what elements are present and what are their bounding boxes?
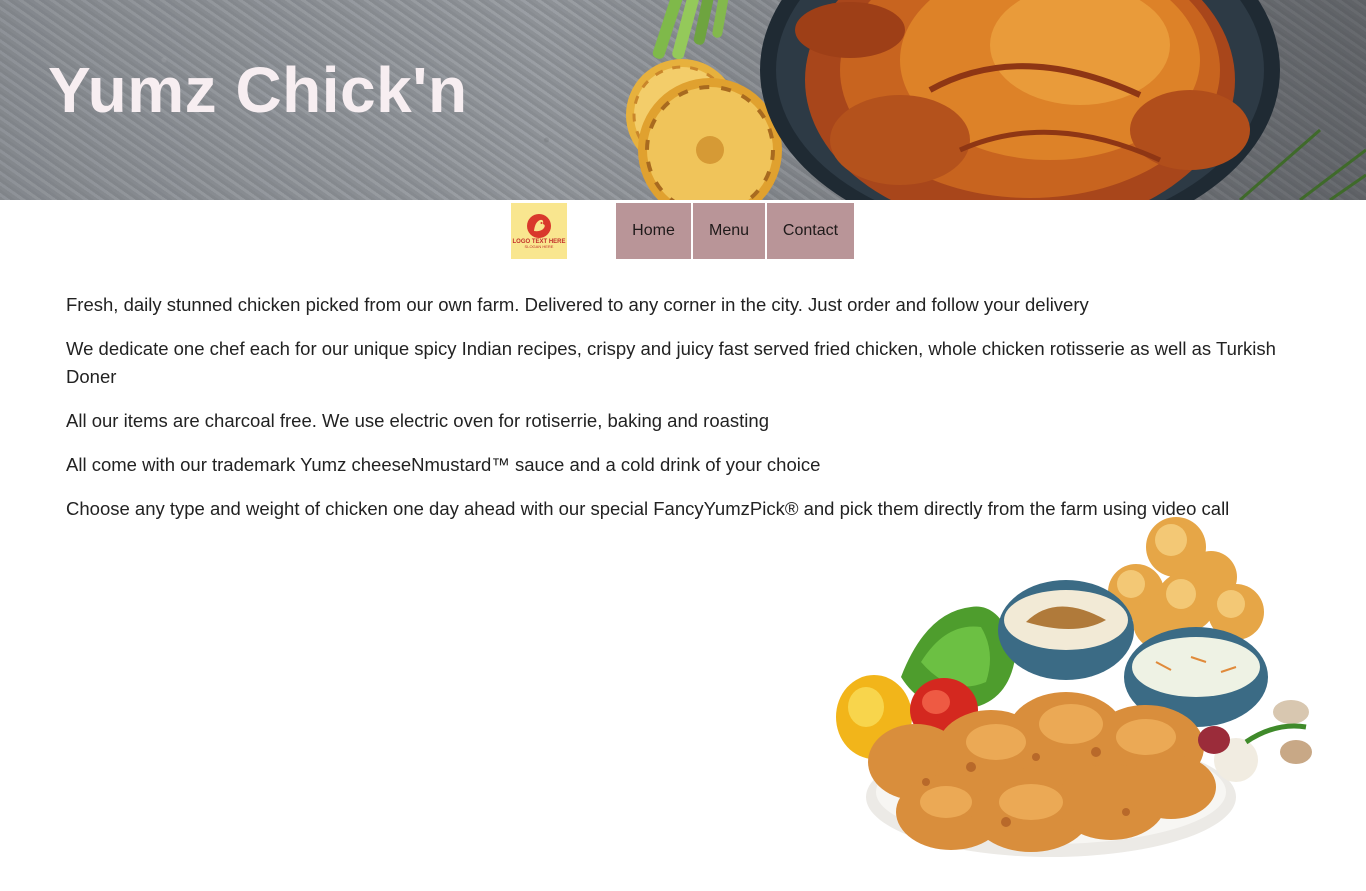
site-logo[interactable]: LOGO TEXT HERE SLOGAN HERE <box>511 203 567 259</box>
nav-home-button[interactable]: Home <box>616 203 691 259</box>
chicken-image <box>795 0 1250 200</box>
roast-chicken-image <box>626 0 1366 200</box>
chicken-logo-icon <box>527 213 551 238</box>
lemon-slice-image <box>626 59 782 200</box>
intro-paragraph: Fresh, daily stunned chicken picked from… <box>66 294 1089 315</box>
green-onion-image <box>652 0 729 60</box>
nav-menu-button[interactable]: Menu <box>693 203 765 259</box>
main-nav: Home Menu Contact <box>616 203 854 259</box>
site-title: Yumz Chick'n <box>48 54 468 126</box>
charcoal-paragraph: All our items are charcoal free. We use … <box>66 410 769 431</box>
fried-chicken-platter-image <box>836 517 1312 857</box>
sauce-paragraph: All come with our trademark Yumz cheeseN… <box>66 454 821 475</box>
nav-contact-button[interactable]: Contact <box>767 203 854 259</box>
header-banner: Yumz Chick'n <box>0 0 1366 200</box>
logo-slogan: SLOGAN HERE <box>524 244 554 250</box>
chef-paragraph: We dedicate one chef each for our unique… <box>66 338 1276 387</box>
herb-image <box>1239 128 1366 200</box>
fancy-pick-paragraph: Choose any type and weight of chicken on… <box>66 498 1230 519</box>
main-content: Fresh, daily stunned chicken picked from… <box>66 291 1306 539</box>
